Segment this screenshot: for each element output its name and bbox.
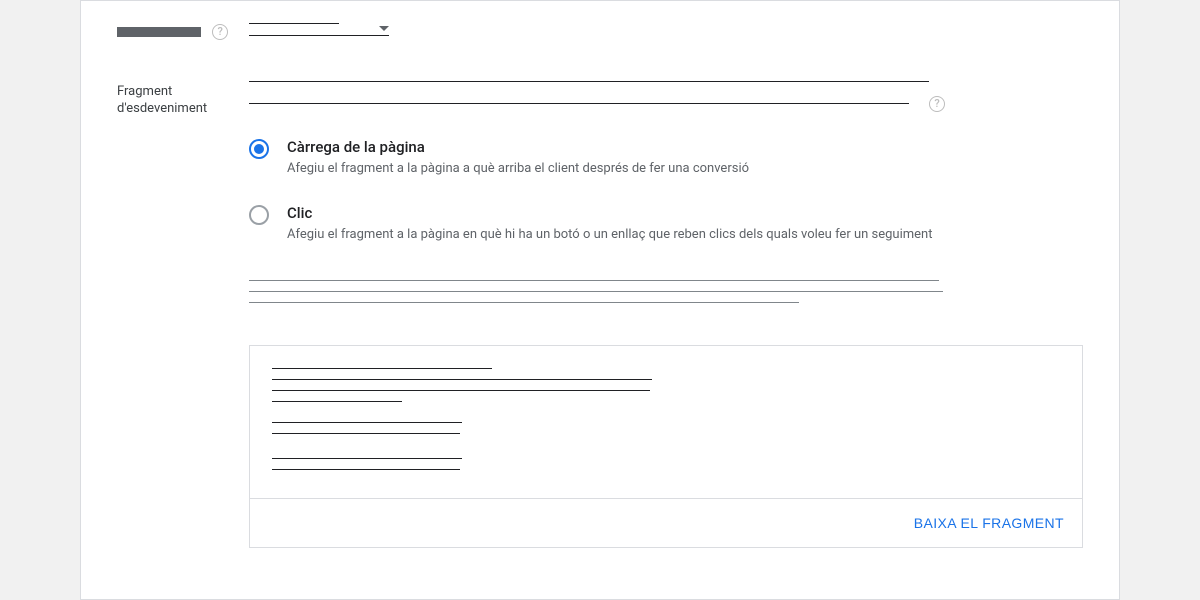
redacted-paragraph: [249, 280, 1083, 303]
event-fragment-intro: ?: [249, 81, 1083, 112]
card-body: ? Fragment d'esdeveniment ?: [81, 1, 1119, 548]
code-snippet-box: BAIXA EL FRAGMENT: [249, 345, 1083, 548]
radio-title: Clic: [287, 204, 933, 222]
code-line: [272, 368, 492, 369]
setting-row-event-fragment: Fragment d'esdeveniment ? Càrrega de la …: [81, 59, 1119, 331]
redacted-line: [249, 280, 939, 281]
code-snippet-content: [250, 346, 1082, 498]
radio-body-page-load: Càrrega de la pàgina Afegiu el fragment …: [287, 138, 749, 178]
setting-row-redacted: ?: [81, 21, 1119, 59]
event-fragment-label-text: Fragment d'esdeveniment: [117, 84, 207, 117]
code-line: [272, 469, 460, 470]
radio-button-page-load[interactable]: [249, 139, 269, 159]
radio-body-click: Clic Afegiu el fragment a la pàgina en q…: [287, 204, 933, 244]
settings-card: ? Fragment d'esdeveniment ?: [80, 0, 1120, 600]
radio-button-click[interactable]: [249, 205, 269, 225]
code-line: [272, 379, 652, 380]
redacted-intro-line: [249, 81, 929, 82]
chevron-down-icon: [379, 26, 389, 31]
radio-option-page-load[interactable]: Càrrega de la pàgina Afegiu el fragment …: [249, 138, 1083, 178]
code-snippet-footer: BAIXA EL FRAGMENT: [250, 498, 1082, 547]
redacted-line: [249, 302, 799, 303]
help-icon[interactable]: ?: [929, 96, 945, 112]
redacted-line: [249, 291, 943, 292]
code-line: [272, 390, 650, 391]
radio-desc: Afegiu el fragment a la pàgina en què hi…: [287, 226, 933, 244]
download-snippet-button[interactable]: BAIXA EL FRAGMENT: [914, 515, 1064, 531]
help-icon[interactable]: ?: [212, 24, 228, 40]
radio-title: Càrrega de la pàgina: [287, 138, 749, 156]
redacted-intro-line: [249, 103, 909, 104]
radio-desc: Afegiu el fragment a la pàgina a què arr…: [287, 160, 749, 178]
setting-label-redacted: ?: [117, 21, 249, 41]
radio-option-click[interactable]: Clic Afegiu el fragment a la pàgina en q…: [249, 204, 1083, 244]
redacted-label-bar: [117, 27, 201, 37]
code-line: [272, 401, 402, 402]
redacted-select[interactable]: [249, 23, 389, 36]
code-line: [272, 458, 462, 459]
redacted-select-value: [249, 23, 339, 33]
event-fragment-label: Fragment d'esdeveniment: [117, 81, 249, 118]
code-line: [272, 433, 460, 434]
code-line: [272, 422, 462, 423]
setting-field-redacted: [249, 21, 1083, 37]
event-fragment-body: ? Càrrega de la pàgina Afegiu el fragmen…: [249, 81, 1083, 313]
